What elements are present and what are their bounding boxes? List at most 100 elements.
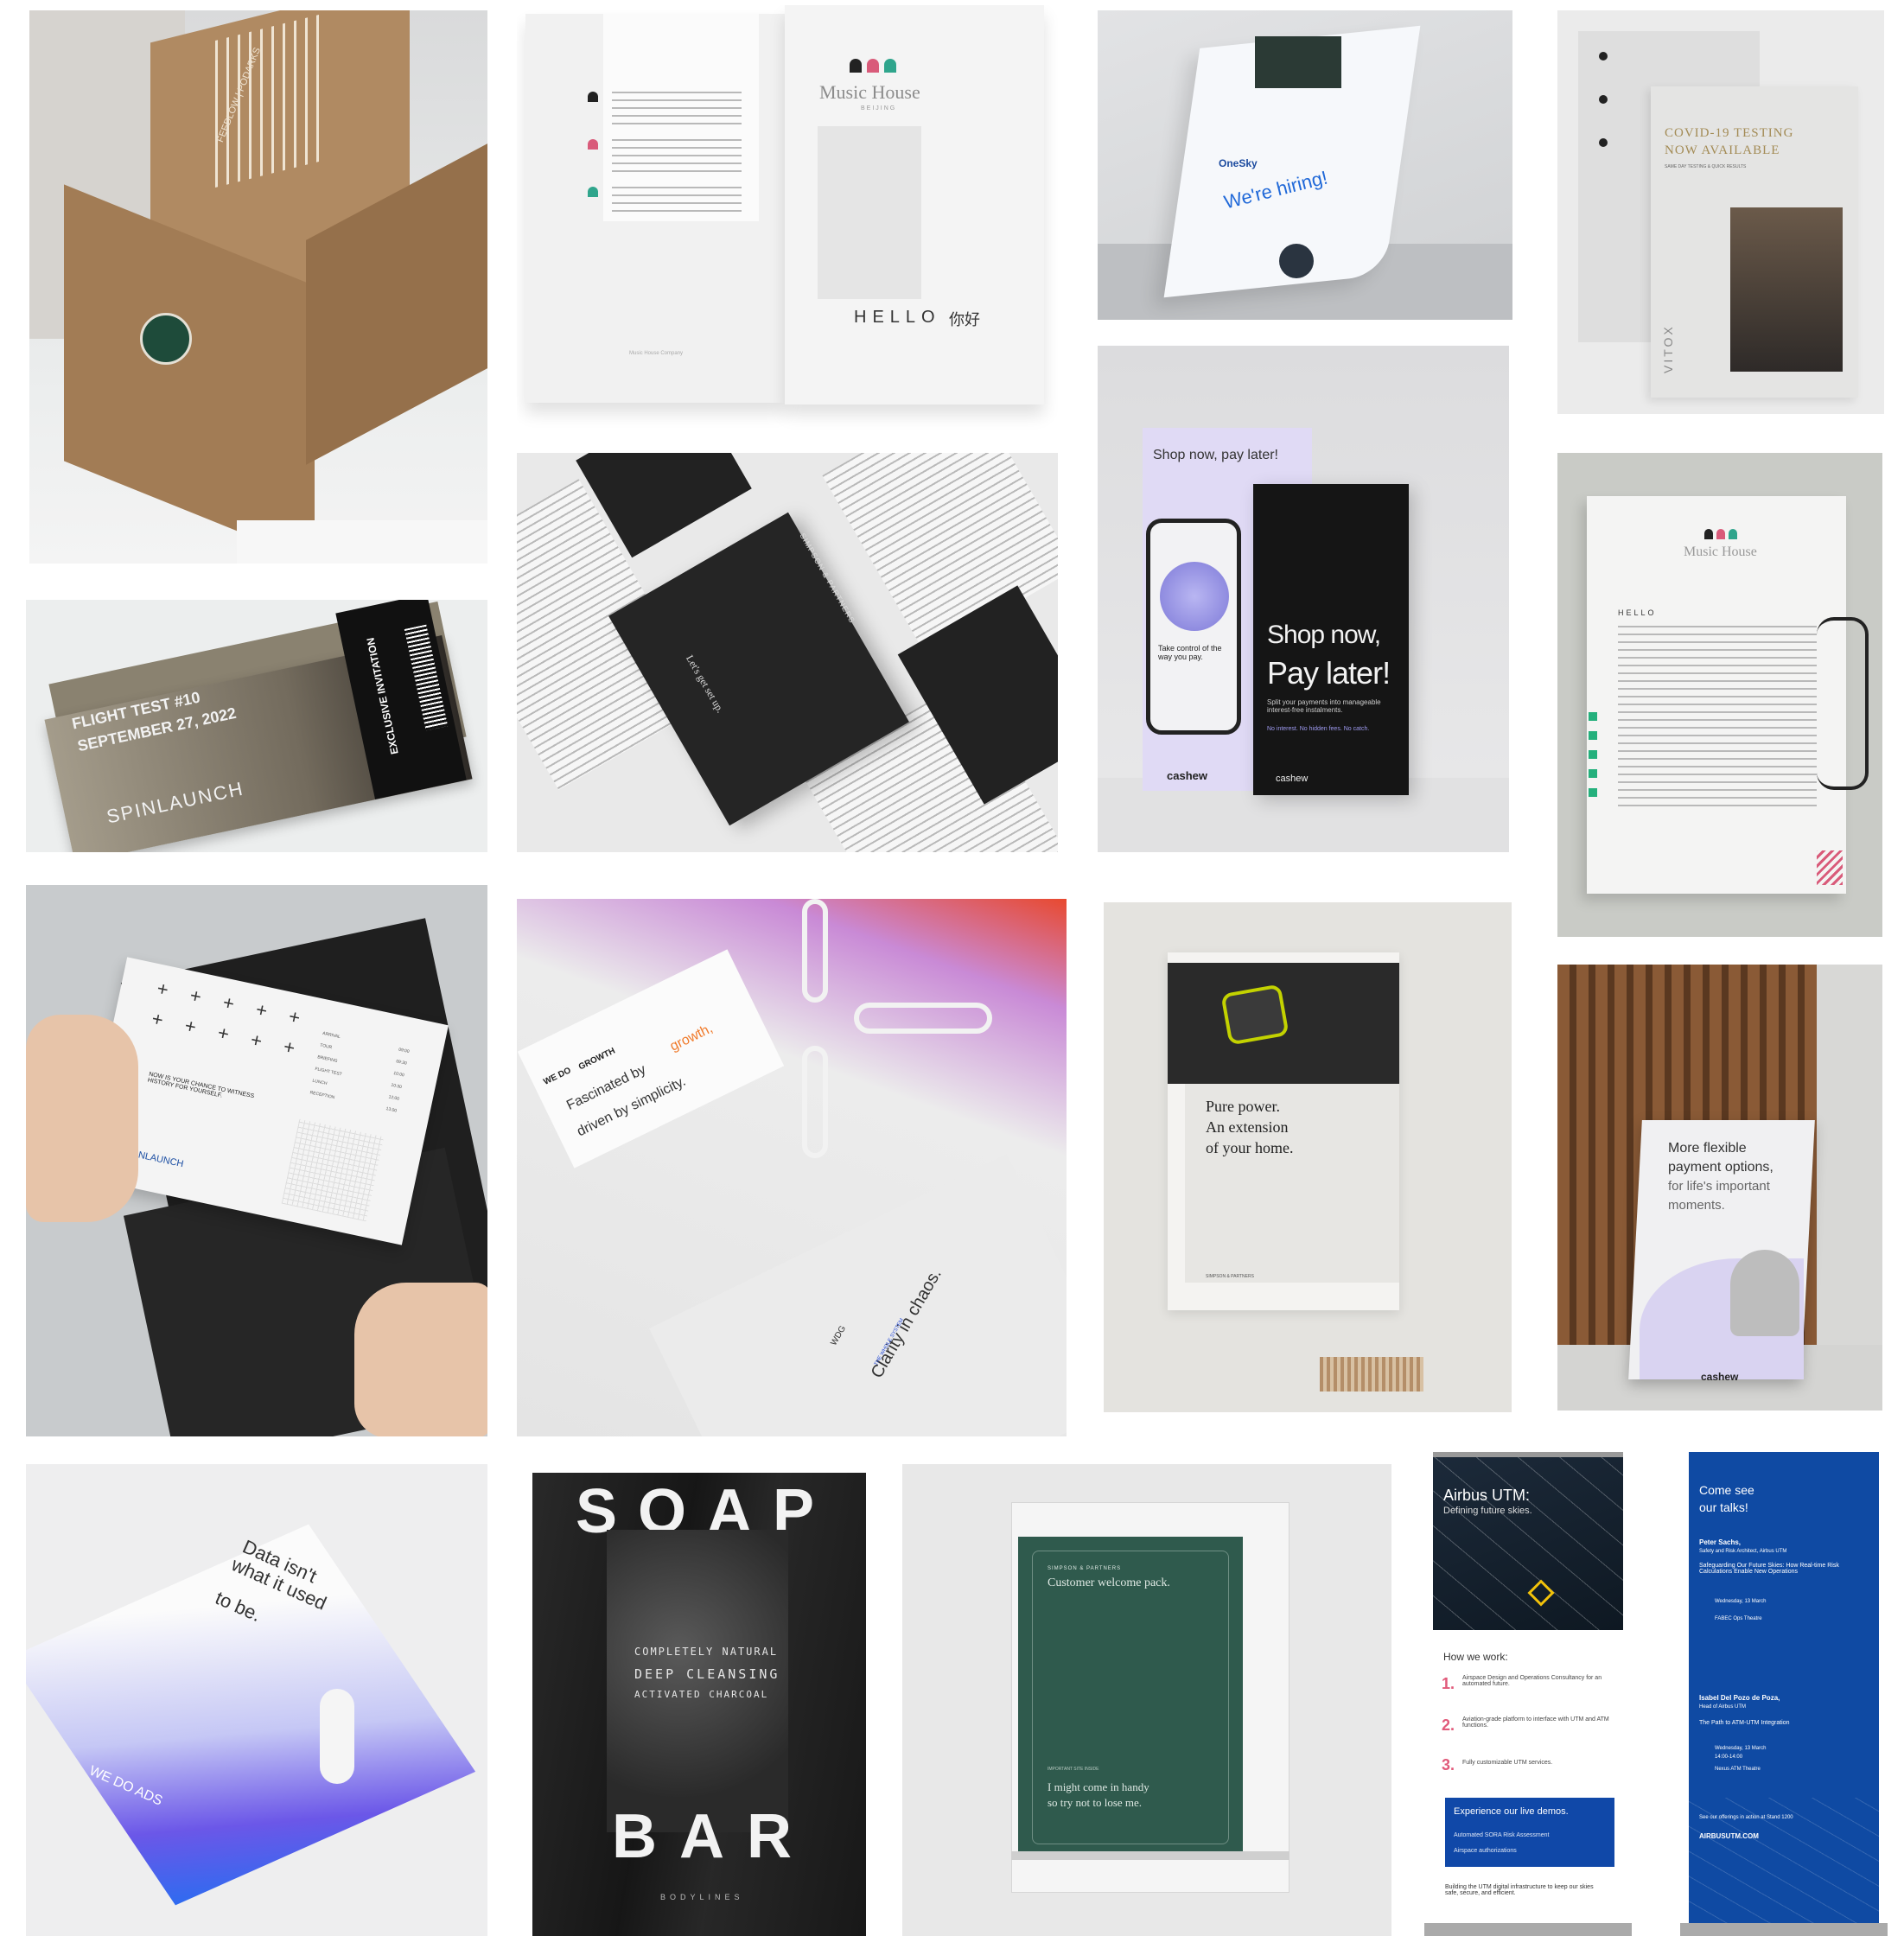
sign-line-3: for life's important xyxy=(1668,1179,1770,1194)
spinlaunch-ticket-mockup: FLIGHT TEST #10 SEPTEMBER 27, 2022 SPINL… xyxy=(26,600,487,852)
airbus1-demo: Experience our live demos. xyxy=(1454,1806,1569,1817)
text-block xyxy=(612,139,742,174)
body-text: Split your payments into manageable inte… xyxy=(1267,698,1381,714)
item-num: 1. xyxy=(1442,1675,1455,1692)
music-house-logo xyxy=(850,55,901,74)
airbus-banner-1: Airbus UTM: Defining future skies. How w… xyxy=(1424,1452,1632,1936)
power-line-3: of your home. xyxy=(1206,1139,1294,1156)
welcome-pack-mockup: SIMPSON & PARTNERS Customer welcome pack… xyxy=(902,1464,1391,1936)
screenshot-inset xyxy=(1255,36,1341,88)
item-num: 2. xyxy=(1442,1716,1455,1734)
grey-panel xyxy=(818,126,921,299)
p2-place: Nexus ATM Theatre xyxy=(1715,1767,1761,1772)
soap-line-1: COMPLETELY NATURAL xyxy=(634,1646,779,1658)
radiator xyxy=(1320,1357,1423,1392)
map-lines xyxy=(1433,1457,1623,1630)
house-icon-black xyxy=(588,92,598,102)
airbus1-demo-2: Airspace authorizations xyxy=(1454,1848,1517,1854)
power-brand: SIMPSON & PARTNERS xyxy=(1206,1274,1254,1279)
row-label: LUNCH xyxy=(311,1078,328,1087)
sign-line-4: moments. xyxy=(1668,1198,1725,1213)
pure-power-poster-mockup: Pure power. An extension of your home. S… xyxy=(1104,902,1512,1412)
hello-text: HELLO xyxy=(854,308,941,327)
welcome-title: Customer welcome pack. xyxy=(1048,1576,1170,1589)
badge-circle xyxy=(1279,244,1314,278)
dot xyxy=(1599,138,1608,147)
brand-name: Music House xyxy=(819,81,920,103)
music-house-book-mockup: Music House BEIJING HELLO 你好 Music House… xyxy=(517,5,1058,437)
airbus2-title-1: Come see xyxy=(1699,1483,1754,1497)
p2-name: Isabel Del Pozo de Poza, xyxy=(1699,1694,1780,1702)
row-time: 12:00 xyxy=(387,1094,400,1102)
cross-logo-vert xyxy=(802,899,828,1003)
airbus1-item-3: Fully customizable UTM services. xyxy=(1462,1760,1553,1766)
power-line-2: An extension xyxy=(1206,1118,1289,1136)
sign-line-1: More flexible xyxy=(1668,1141,1747,1156)
big-line-1: Shop now, xyxy=(1267,621,1381,649)
p2-date: Wednesday, 13 March xyxy=(1715,1746,1767,1751)
sub-text: No interest. No hidden fees. No catch. xyxy=(1267,726,1370,732)
welcome-note-2: so try not to lose me. xyxy=(1048,1796,1143,1809)
glasses xyxy=(1817,617,1869,790)
kraft-box-mockup: FEEDLOW | PODARKS xyxy=(29,10,487,564)
nihao-text: 你好 xyxy=(949,311,980,328)
p1-role: Safety and Risk Architect, Airbus UTM xyxy=(1699,1549,1787,1554)
airbus1-demo-1: Automated SORA Risk Assessment xyxy=(1454,1832,1550,1838)
row-time: 09:00 xyxy=(398,1047,411,1055)
invitation-envelope-mockup: + + + + + + + + + + NOW IS YOUR CHANCE T… xyxy=(26,885,487,1436)
text-block xyxy=(612,187,742,213)
row-time: 10:30 xyxy=(390,1082,403,1091)
row-label: RECEPTION xyxy=(309,1090,335,1101)
power-line-1: Pure power. xyxy=(1206,1098,1280,1115)
paper-sheet xyxy=(237,520,487,564)
p2-role: Head of Airbus UTM xyxy=(1699,1704,1747,1710)
p1-name: Peter Sachs, xyxy=(1699,1538,1742,1546)
zip-bar xyxy=(1011,1851,1289,1860)
soap-footer: BODYLINES xyxy=(660,1893,744,1901)
covid-photo xyxy=(1730,207,1843,372)
hiring-brand: OneSky xyxy=(1219,157,1258,169)
row-label: BRIEFING xyxy=(316,1054,339,1065)
welcome-small: IMPORTANT SITE INSIDE xyxy=(1048,1767,1099,1772)
pink-stripes xyxy=(1817,850,1843,885)
house-icon-teal xyxy=(588,187,598,197)
airbus1-how: How we work: xyxy=(1443,1651,1508,1663)
covid-title-1: COVID-19 TESTING xyxy=(1665,126,1794,140)
brand-black: cashew xyxy=(1276,774,1309,784)
qr-box xyxy=(281,1118,385,1222)
phone-art xyxy=(1160,562,1229,631)
cross-logo-vert-2 xyxy=(802,1046,828,1158)
welcome-note-1: I might come in handy xyxy=(1048,1780,1149,1793)
dot xyxy=(1599,95,1608,104)
big-line-2: Pay later! xyxy=(1267,655,1391,691)
airbus2-title-2: our talks! xyxy=(1699,1500,1748,1514)
die-cut-curl xyxy=(320,1689,354,1784)
brand-sub: BEIJING xyxy=(861,105,897,111)
letter-greeting: HELLO xyxy=(1618,608,1657,617)
bar-title: BAR xyxy=(612,1802,814,1871)
hiring-poster-mockup: OneSky We're hiring! xyxy=(1098,10,1512,320)
phone-text: Take control of the way you pay. xyxy=(1158,644,1222,661)
covid-title-2: NOW AVAILABLE xyxy=(1665,143,1780,157)
letter-body xyxy=(1618,626,1817,807)
row-label: FLIGHT TEST xyxy=(314,1066,343,1078)
covid-subtitle: SAME DAY TESTING & QUICK RESULTS xyxy=(1665,164,1747,169)
row-time: 10:00 xyxy=(392,1070,405,1079)
p2-time: 14:00-14:00 xyxy=(1715,1754,1743,1760)
music-house-logo-small xyxy=(1704,529,1739,541)
row-time: 09:30 xyxy=(395,1059,408,1067)
welcome-brand: SIMPSON & PARTNERS xyxy=(1048,1566,1122,1571)
covid-brand: VITOX xyxy=(1661,324,1675,373)
p1-place: FABEC Ops Theatre xyxy=(1715,1616,1762,1621)
wall-panel xyxy=(1817,965,1882,1411)
wedo-growth-book-mockup: WE DO GROWTH Fascinated by growth, drive… xyxy=(517,899,1067,1436)
letter-brand: Music House xyxy=(1684,544,1757,559)
airbus-banner-2: Come see our talks! Peter Sachs, Safety … xyxy=(1680,1452,1888,1936)
airbus1-subtitle: Defining future skies. xyxy=(1443,1506,1532,1516)
item-num: 3. xyxy=(1442,1756,1455,1774)
small-headline: Shop now, pay later! xyxy=(1153,448,1278,462)
chair-image xyxy=(1730,1250,1799,1336)
airbus1-title: Airbus UTM: xyxy=(1443,1487,1531,1504)
row-time: 13:00 xyxy=(385,1106,398,1114)
data-ads-mockup: Data isn't what it used to be. WE DO ADS xyxy=(26,1464,487,1936)
